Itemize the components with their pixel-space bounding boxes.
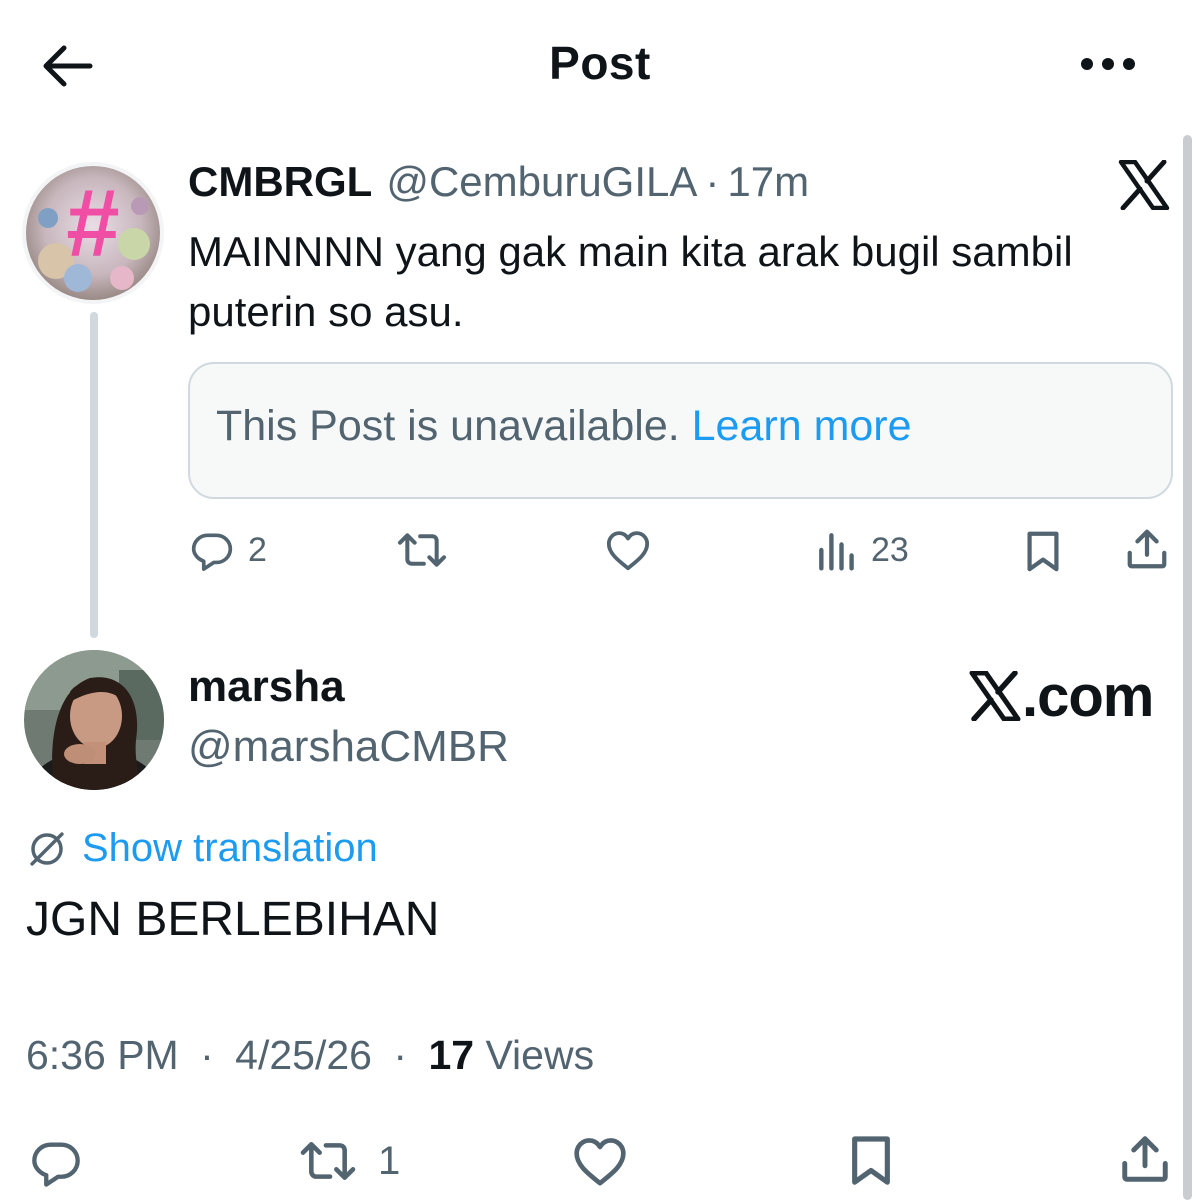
bookmark-icon — [1027, 531, 1059, 572]
quoted-post-card[interactable]: This Post is unavailable. Learn more — [188, 362, 1173, 499]
parent-post-time[interactable]: 17m — [727, 158, 809, 206]
more-dots-icon — [1081, 58, 1135, 70]
post-views-label: Views — [485, 1032, 595, 1078]
like-icon — [574, 1138, 626, 1186]
post-date[interactable]: 4/25/26 — [235, 1032, 372, 1078]
reply-button[interactable] — [28, 1136, 84, 1188]
share-icon — [1127, 529, 1167, 569]
repost-count: 1 — [378, 1138, 401, 1183]
separator-dot: · — [393, 1032, 408, 1078]
parent-author-handle[interactable]: @CemburuGILA — [386, 158, 697, 206]
show-translation-button[interactable]: Show translation — [26, 826, 378, 871]
page-title: Post — [549, 37, 651, 89]
svg-text:#: # — [66, 170, 119, 277]
x-com-text: .com — [1022, 663, 1154, 729]
learn-more-link[interactable]: Learn more — [692, 402, 912, 450]
like-button[interactable] — [605, 528, 651, 572]
reply-author-name[interactable]: marsha — [188, 662, 345, 712]
x-logo-icon — [969, 671, 1021, 721]
separator-dot: · — [705, 158, 720, 205]
repost-icon — [397, 533, 447, 567]
x-com-watermark: .com — [968, 663, 1154, 729]
like-icon — [606, 531, 650, 571]
share-button[interactable] — [1124, 526, 1170, 572]
repost-icon — [300, 1142, 356, 1180]
bookmark-icon — [852, 1136, 890, 1185]
post-timestamp[interactable]: 6:36 PM — [26, 1032, 179, 1078]
share-button[interactable] — [1118, 1132, 1172, 1186]
repost-button[interactable]: 1 — [296, 1136, 400, 1186]
like-button[interactable] — [572, 1134, 628, 1188]
post-meta: 6:36 PM · 4/25/26 · 17 Views — [26, 1032, 594, 1079]
views-count: 23 — [871, 530, 909, 569]
unavailable-notice: This Post is unavailable. — [216, 402, 680, 450]
reply-icon — [32, 1142, 80, 1187]
reply-button[interactable]: 2 — [190, 528, 267, 572]
post-views-count: 17 — [428, 1032, 475, 1078]
separator-dot: · — [200, 1032, 214, 1078]
parent-post-header: CMBRGL @CemburuGILA · 17m — [188, 158, 809, 214]
translate-icon — [30, 831, 64, 866]
parent-post-text: MAINNNN yang gak main kita arak bugil sa… — [188, 228, 1073, 335]
bookmark-button[interactable] — [846, 1132, 896, 1188]
show-translation-label: Show translation — [82, 826, 378, 870]
x-logo-icon — [1118, 159, 1170, 211]
quoted-post-message: This Post is unavailable. Learn more — [216, 402, 912, 451]
reply-post-text: JGN BERLEBIHAN — [26, 893, 440, 946]
thread-connector-line — [90, 312, 98, 638]
reply-icon — [191, 533, 233, 571]
bookmark-button[interactable] — [1022, 528, 1064, 574]
more-options-button[interactable] — [1076, 46, 1140, 82]
parent-author-avatar[interactable]: # — [22, 162, 164, 304]
repost-button[interactable] — [395, 528, 449, 572]
scrollbar[interactable] — [1183, 135, 1192, 1200]
views-button[interactable]: 23 — [815, 528, 909, 572]
share-icon — [1122, 1136, 1168, 1182]
parent-author-name[interactable]: CMBRGL — [188, 158, 372, 206]
reply-author-avatar[interactable] — [24, 650, 164, 790]
reply-count: 2 — [248, 530, 267, 569]
views-icon — [819, 533, 854, 571]
reply-author-handle[interactable]: @marshaCMBR — [188, 722, 509, 772]
